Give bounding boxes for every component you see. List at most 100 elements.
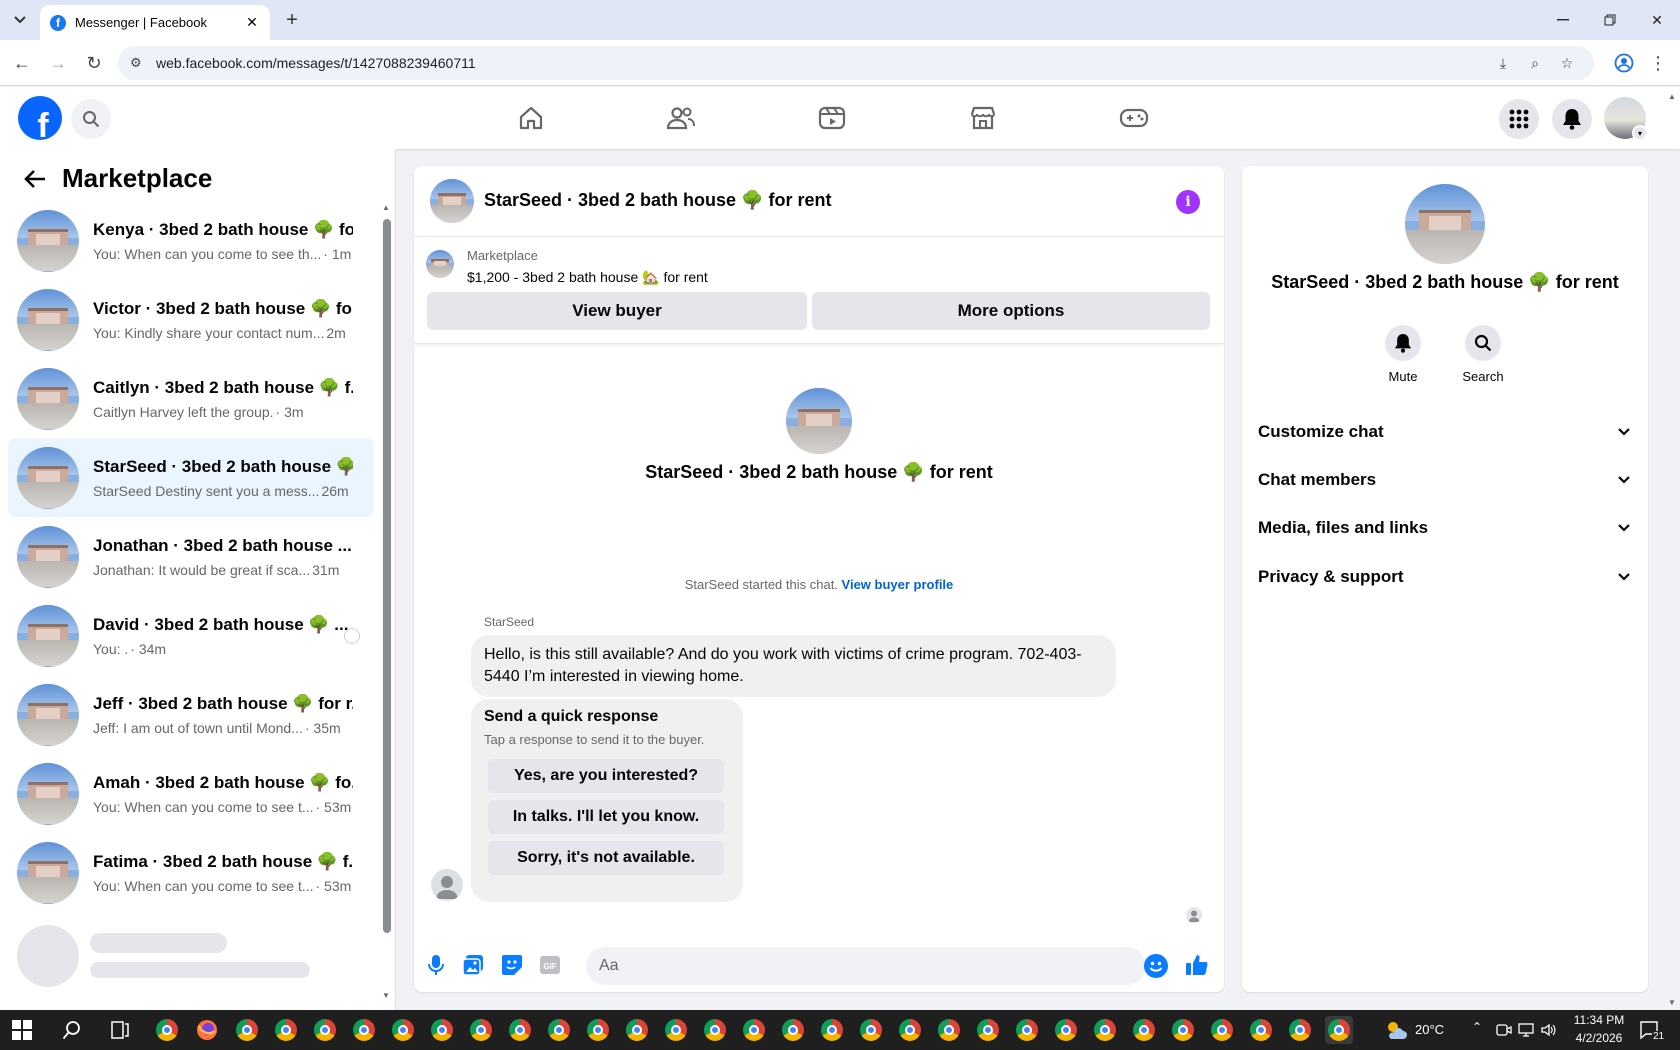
chrome-taskbar-icon[interactable]	[623, 1016, 651, 1044]
notifications-bell-icon[interactable]	[1552, 99, 1592, 139]
taskbar-search-icon[interactable]	[58, 1016, 86, 1044]
chrome-profile-taskbar-icon[interactable]	[153, 1016, 181, 1044]
conversation-item[interactable]: Jonathan · 3bed 2 bath house ... Jonatha…	[8, 517, 374, 596]
show-hidden-icons-icon[interactable]: ⌃	[1472, 1020, 1482, 1034]
view-buyer-button[interactable]: View buyer	[427, 292, 807, 330]
chat-thumbnail[interactable]	[430, 179, 474, 223]
customize-chat-section[interactable]: Customize chat	[1258, 414, 1632, 450]
thumbs-up-icon[interactable]	[1184, 952, 1210, 978]
sidebar-scrollbar[interactable]: ▲ ▼	[382, 203, 391, 1000]
conversation-item[interactable]: Fatima · 3bed 2 bath house 🌳 f... You: W…	[8, 833, 374, 912]
gaming-nav-icon[interactable]	[1079, 95, 1189, 141]
back-arrow-icon[interactable]	[22, 166, 48, 192]
chrome-taskbar-icon[interactable]	[272, 1016, 300, 1044]
chrome-taskbar-icon[interactable]	[935, 1016, 963, 1044]
install-app-icon[interactable]: ⤓	[1494, 54, 1512, 72]
chrome-taskbar-icon[interactable]	[740, 1016, 768, 1044]
chrome-taskbar-icon[interactable]	[467, 1016, 495, 1044]
facebook-search-icon[interactable]	[71, 99, 111, 139]
bookmark-star-icon[interactable]: ☆	[1558, 54, 1576, 72]
chrome-taskbar-icon[interactable]	[1091, 1016, 1119, 1044]
friends-nav-icon[interactable]	[626, 95, 736, 141]
scroll-up-icon[interactable]: ▲	[382, 203, 390, 212]
chrome-taskbar-icon[interactable]	[1052, 1016, 1080, 1044]
clock-date[interactable]: 4/2/2026	[1571, 1031, 1627, 1045]
chrome-taskbar-icon[interactable]	[1130, 1016, 1158, 1044]
browser-menu-icon[interactable]: ⋮	[1648, 51, 1668, 75]
conversation-item-active[interactable]: StarSeed · 3bed 2 bath house 🌳... StarSe…	[8, 438, 374, 517]
microphone-icon[interactable]	[423, 952, 449, 978]
chrome-taskbar-icon[interactable]	[389, 1016, 417, 1044]
chrome-taskbar-icon[interactable]	[311, 1016, 339, 1044]
chrome-taskbar-icon[interactable]	[233, 1016, 261, 1044]
firefox-taskbar-icon[interactable]	[193, 1016, 221, 1044]
site-settings-icon[interactable]: ⚙	[118, 55, 148, 71]
forward-icon[interactable]: →	[46, 51, 70, 75]
chrome-taskbar-icon[interactable]	[974, 1016, 1002, 1044]
quick-response-option[interactable]: Yes, are you interested?	[488, 759, 724, 793]
chrome-taskbar-icon[interactable]	[1208, 1016, 1236, 1044]
back-icon[interactable]: ←	[10, 51, 34, 75]
chrome-taskbar-icon[interactable]	[350, 1016, 378, 1044]
clock-time[interactable]: 11:34 PM	[1571, 1013, 1627, 1027]
close-tab-icon[interactable]: ✕	[244, 14, 260, 31]
more-options-button[interactable]: More options	[812, 292, 1210, 330]
gif-icon[interactable]: GIF	[537, 952, 563, 978]
video-nav-icon[interactable]	[777, 95, 887, 141]
view-buyer-profile-link[interactable]: View buyer profile	[842, 577, 954, 592]
marketplace-nav-icon[interactable]	[928, 95, 1038, 141]
chrome-taskbar-icon[interactable]	[1013, 1016, 1041, 1044]
chat-members-section[interactable]: Chat members	[1258, 462, 1632, 498]
chrome-taskbar-icon[interactable]	[701, 1016, 729, 1044]
volume-icon[interactable]	[1534, 1016, 1562, 1044]
chrome-taskbar-icon[interactable]	[779, 1016, 807, 1044]
chrome-taskbar-icon[interactable]	[896, 1016, 924, 1044]
conversation-item[interactable]: Victor · 3bed 2 bath house 🌳 fo... You: …	[8, 280, 374, 359]
listing-price[interactable]: $1,200 - 3bed 2 bath house 🏡 for rent	[467, 269, 708, 286]
scrollbar-thumb[interactable]	[383, 219, 391, 933]
close-window-icon[interactable]: ✕	[1634, 0, 1680, 40]
chrome-taskbar-icon[interactable]	[584, 1016, 612, 1044]
browser-tab[interactable]: f Messenger | Facebook ✕	[40, 5, 270, 40]
chrome-taskbar-icon[interactable]	[1169, 1016, 1197, 1044]
chrome-active-taskbar-icon[interactable]	[1325, 1016, 1353, 1044]
restore-icon[interactable]	[1587, 0, 1633, 40]
search-in-conversation-button[interactable]: Search	[1443, 325, 1523, 384]
chrome-taskbar-icon[interactable]	[857, 1016, 885, 1044]
emoji-icon[interactable]	[1144, 954, 1168, 978]
mute-button[interactable]: Mute	[1363, 325, 1443, 384]
quick-response-option[interactable]: In talks. I'll let you know.	[488, 800, 724, 834]
privacy-support-section[interactable]: Privacy & support	[1258, 559, 1632, 595]
sender-avatar[interactable]	[431, 869, 463, 901]
windows-start-icon[interactable]	[12, 1020, 32, 1040]
incoming-message-bubble[interactable]: Hello, is this still available? And do y…	[471, 635, 1116, 697]
chat-title[interactable]: StarSeed · 3bed 2 bath house 🌳 for rent	[484, 190, 831, 211]
menu-grid-icon[interactable]	[1499, 99, 1539, 139]
conversation-item[interactable]: Kenya · 3bed 2 bath house 🌳 fo... You: W…	[8, 201, 374, 280]
minimize-icon[interactable]	[1540, 0, 1586, 40]
chrome-taskbar-icon[interactable]	[428, 1016, 456, 1044]
conversation-info-icon[interactable]: i	[1176, 190, 1200, 214]
weather-icon[interactable]	[1382, 1016, 1410, 1044]
account-chevron-down-icon[interactable]: ▾	[1632, 125, 1648, 141]
tab-search-dropdown-icon[interactable]	[8, 8, 32, 32]
home-nav-icon[interactable]	[476, 95, 586, 141]
attach-photo-icon[interactable]	[460, 952, 486, 978]
new-tab-icon[interactable]: +	[280, 8, 304, 32]
conversation-item[interactable]: Jeff · 3bed 2 bath house 🌳 for r... Jeff…	[8, 675, 374, 754]
weather-temperature[interactable]: 20°C	[1415, 1022, 1444, 1037]
conversation-item[interactable]: Caitlyn · 3bed 2 bath house 🌳 f... Caitl…	[8, 359, 374, 438]
conversation-item[interactable]: David · 3bed 2 bath house 🌳 ... You: . ·…	[8, 596, 374, 675]
conversation-item[interactable]: Amah · 3bed 2 bath house 🌳 fo... You: Wh…	[8, 754, 374, 833]
chrome-taskbar-icon[interactable]	[1286, 1016, 1314, 1044]
message-input[interactable]	[586, 947, 1146, 985]
page-scrollbar[interactable]: ▲ ▼	[1668, 92, 1678, 1010]
scroll-up-icon[interactable]: ▲	[1668, 92, 1676, 101]
chrome-taskbar-icon[interactable]	[506, 1016, 534, 1044]
quick-response-option[interactable]: Sorry, it's not available.	[488, 841, 724, 875]
chrome-taskbar-icon[interactable]	[662, 1016, 690, 1044]
zoom-icon[interactable]: ⌕	[1526, 54, 1544, 72]
address-bar[interactable]: ⚙ web.facebook.com/messages/t/1427088239…	[118, 46, 1594, 80]
sticker-icon[interactable]	[499, 952, 525, 978]
browser-profile-icon[interactable]	[1612, 51, 1636, 75]
